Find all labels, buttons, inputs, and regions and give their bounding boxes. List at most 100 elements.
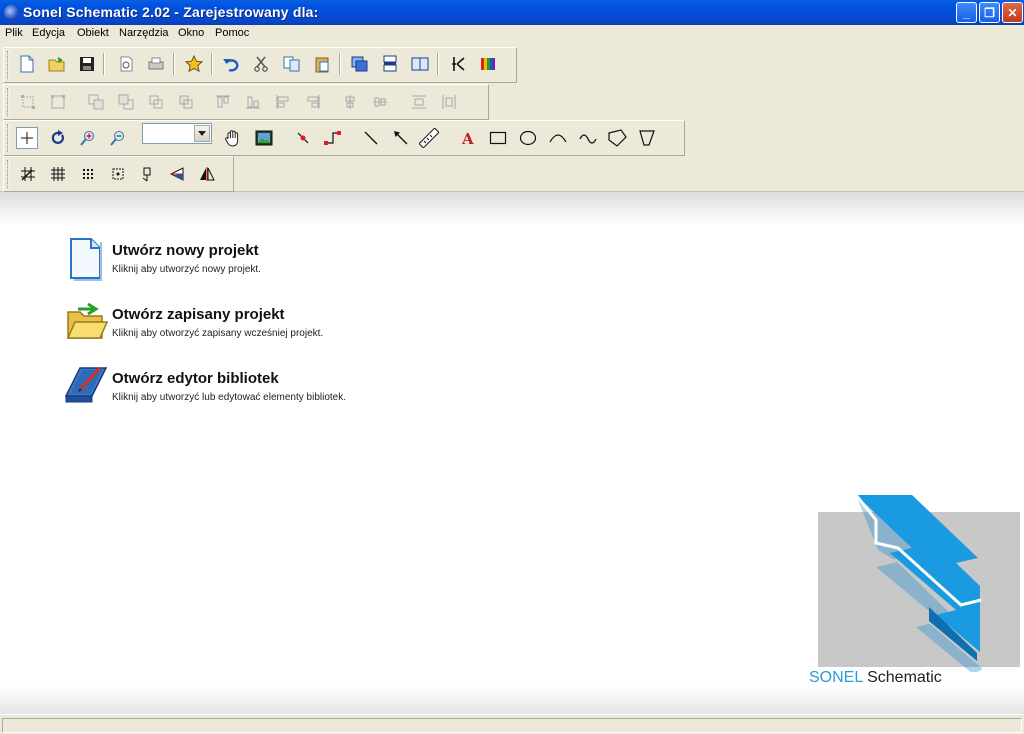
save-icon[interactable]: [76, 53, 98, 75]
toolbar-grip[interactable]: [7, 124, 10, 152]
svg-text:A: A: [461, 130, 474, 146]
print-icon[interactable]: [145, 53, 167, 75]
distribute-vertical-icon[interactable]: [438, 91, 460, 113]
point-icon[interactable]: [292, 127, 314, 149]
open-project-title[interactable]: Otwórz zapisany projekt: [112, 306, 285, 323]
ellipse-icon[interactable]: [517, 127, 539, 149]
arrange-icon[interactable]: [379, 53, 401, 75]
open-project-action[interactable]: Otwórz zapisany projekt Kliknij aby otwo…: [64, 300, 424, 352]
book-icon[interactable]: [409, 53, 431, 75]
distribute-horizontal-icon[interactable]: [408, 91, 430, 113]
capacitor-symbol-icon[interactable]: [447, 53, 469, 75]
new-file-icon[interactable]: [16, 53, 38, 75]
shape-icon[interactable]: [636, 127, 658, 149]
color-palette-icon[interactable]: [477, 53, 499, 75]
status-panel: [2, 718, 1022, 733]
library-editor-title[interactable]: Otwórz edytor bibliotek: [112, 370, 279, 387]
menu-okno[interactable]: Okno: [178, 27, 204, 39]
arrow-line-icon[interactable]: [390, 127, 412, 149]
select-crosshair-icon[interactable]: [16, 127, 38, 149]
new-document-icon: [64, 236, 108, 281]
create-project-action[interactable]: Utwórz nowy projekt Kliknij aby utworzyć…: [64, 236, 424, 288]
measure-icon[interactable]: [418, 127, 440, 149]
chevron-down-icon[interactable]: [194, 125, 210, 142]
zoom-in-icon[interactable]: [77, 127, 99, 149]
line-icon[interactable]: [360, 127, 382, 149]
ungroup-icon[interactable]: [47, 91, 69, 113]
bring-front-icon[interactable]: [85, 91, 107, 113]
undo-icon[interactable]: [220, 53, 242, 75]
sonel-logo: SONEL Schematic: [806, 492, 1024, 692]
rectangle-icon[interactable]: [487, 127, 509, 149]
flip-horizontal-icon[interactable]: [196, 163, 218, 185]
create-project-title[interactable]: Utwórz nowy projekt: [112, 242, 259, 259]
toolbar-separator: [173, 53, 175, 75]
polygon-icon[interactable]: [607, 127, 629, 149]
grid-snap-icon[interactable]: [17, 163, 39, 185]
zoom-dropdown[interactable]: [142, 123, 212, 144]
grid-icon[interactable]: [47, 163, 69, 185]
library-editor-icon: [64, 364, 108, 408]
backward-icon[interactable]: [175, 91, 197, 113]
menu-edycja[interactable]: Edycja: [32, 27, 65, 39]
align-top-icon[interactable]: [212, 91, 234, 113]
open-project-description: Kliknij aby otworzyć zapisany wcześniej …: [112, 328, 324, 339]
copy-icon[interactable]: [281, 53, 303, 75]
zoom-out-icon[interactable]: [107, 127, 129, 149]
wave-icon[interactable]: [577, 127, 599, 149]
toolbar-separator: [211, 53, 213, 75]
align-bottom-icon[interactable]: [242, 91, 264, 113]
logo-brand: SONEL: [809, 669, 863, 686]
minimize-button[interactable]: _: [956, 2, 977, 23]
logo-product: Schematic: [867, 669, 942, 686]
app-icon: [4, 5, 19, 20]
logo-text: SONEL Schematic: [809, 669, 942, 687]
print-preview-icon[interactable]: [115, 53, 137, 75]
connector-icon[interactable]: [322, 127, 344, 149]
toolbar-separator: [437, 53, 439, 75]
toolbar-area: A: [0, 43, 1024, 192]
menu-obiekt[interactable]: Obiekt: [77, 27, 109, 39]
hand-pan-icon[interactable]: [222, 127, 244, 149]
cut-icon[interactable]: [250, 53, 272, 75]
favorite-star-icon[interactable]: [183, 53, 205, 75]
send-back-icon[interactable]: [115, 91, 137, 113]
lightning-logo-icon: [818, 494, 1020, 674]
align-left-icon[interactable]: [272, 91, 294, 113]
library-editor-action[interactable]: Otwórz edytor bibliotek Kliknij aby utwo…: [64, 364, 424, 416]
toolbar-grip[interactable]: [7, 51, 10, 79]
open-folder-icon[interactable]: [46, 53, 68, 75]
rotate-icon[interactable]: [47, 127, 69, 149]
window-title: Sonel Schematic 2.02 - Zarejestrowany dl…: [23, 4, 319, 20]
pin-icon[interactable]: [136, 163, 158, 185]
center-vertical-icon[interactable]: [369, 91, 391, 113]
open-folder-large-icon: [64, 300, 109, 344]
toolbar-grip[interactable]: [7, 88, 10, 116]
status-bar: [0, 714, 1024, 734]
layers-icon[interactable]: [349, 53, 371, 75]
flip-vertical-icon[interactable]: [166, 163, 188, 185]
menu-narzedzia[interactable]: Narzędzia: [119, 27, 169, 39]
arc-icon[interactable]: [547, 127, 569, 149]
menu-bar: Plik Edycja Obiekt Narzędzia Okno Pomoc: [0, 25, 1024, 43]
text-icon[interactable]: A: [457, 127, 479, 149]
title-bar: Sonel Schematic 2.02 - Zarejestrowany dl…: [0, 0, 1024, 25]
dots-grid-icon[interactable]: [77, 163, 99, 185]
snap-point-icon[interactable]: [107, 163, 129, 185]
align-right-icon[interactable]: [302, 91, 324, 113]
maximize-button[interactable]: ❐: [979, 2, 1000, 23]
toolbar-separator: [339, 53, 341, 75]
menu-plik[interactable]: Plik: [5, 27, 23, 39]
start-page: Utwórz nowy projekt Kliknij aby utworzyć…: [0, 192, 1024, 714]
group-icon[interactable]: [17, 91, 39, 113]
toolbar-separator: [103, 53, 105, 75]
toolbar-grip[interactable]: [7, 160, 10, 188]
menu-pomoc[interactable]: Pomoc: [215, 27, 249, 39]
forward-icon[interactable]: [145, 91, 167, 113]
close-button[interactable]: ✕: [1002, 2, 1023, 23]
image-icon[interactable]: [253, 127, 275, 149]
library-editor-description: Kliknij aby utworzyć lub edytować elemen…: [112, 392, 346, 403]
paste-icon[interactable]: [311, 53, 333, 75]
create-project-description: Kliknij aby utworzyć nowy projekt.: [112, 264, 261, 275]
center-horizontal-icon[interactable]: [339, 91, 361, 113]
